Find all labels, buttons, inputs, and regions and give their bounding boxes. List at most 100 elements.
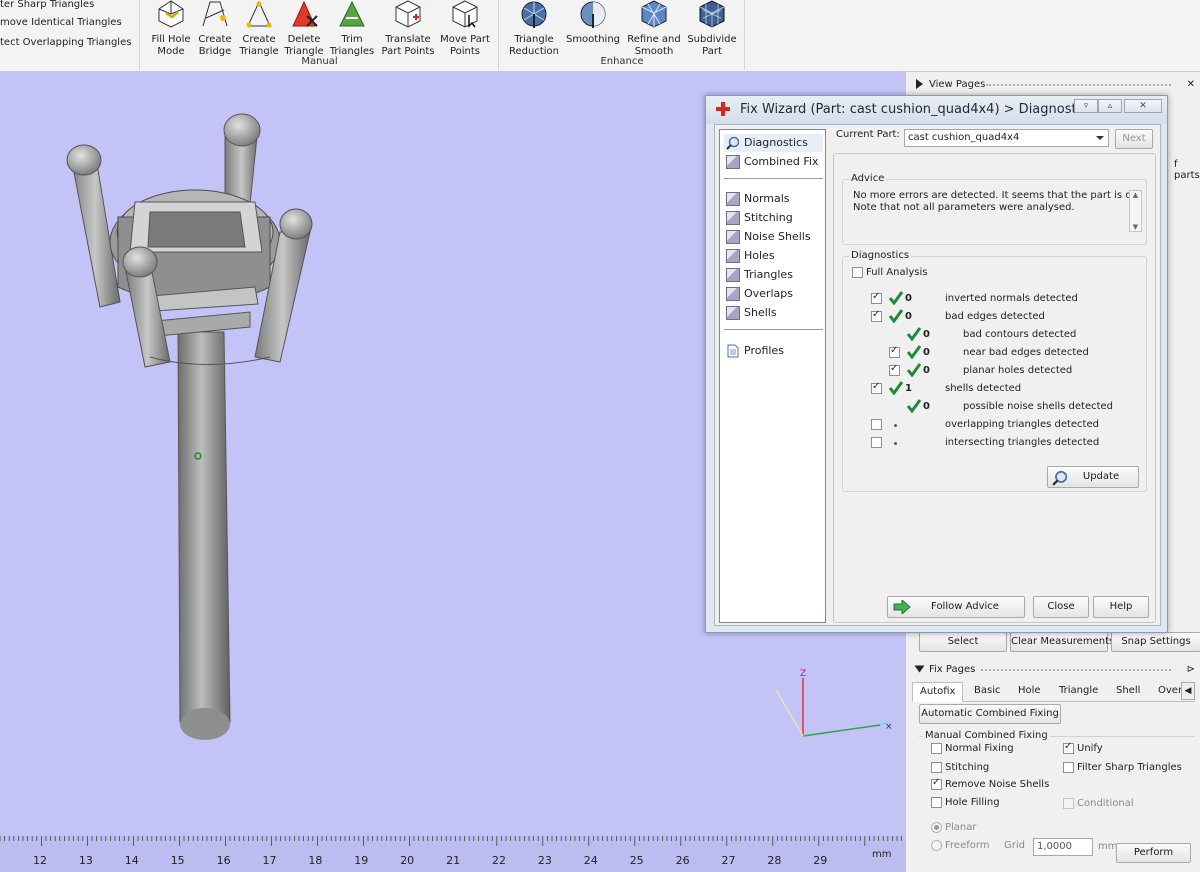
automatic-combined-fixing-button[interactable]: Automatic Combined Fixing: [919, 704, 1061, 724]
normal-fixing-checkbox[interactable]: [931, 743, 942, 754]
advice-text: No more errors are detected. It seems th…: [853, 190, 1140, 214]
overlapping-triangles-label: overlapping triangles detected: [945, 419, 1099, 430]
scroll-down-icon[interactable]: ▼: [1130, 223, 1141, 231]
nav-item-profiles[interactable]: Profiles: [724, 342, 823, 360]
ruler-number: 21: [446, 854, 461, 867]
ribbon-toolbar: ter Sharp Triangles move Identical Trian…: [0, 0, 1200, 72]
next-button[interactable]: Next: [1115, 129, 1153, 149]
current-part-select[interactable]: cast cushion_quad4x4: [904, 129, 1109, 147]
nav-item-normals[interactable]: Normals: [724, 190, 823, 208]
filter-sharp-triangles-label: Filter Sharp Triangles: [1077, 762, 1182, 773]
move-part-points-button[interactable]: Move Part Points: [438, 0, 492, 58]
nav-item-noise-shells[interactable]: Noise Shells: [724, 228, 823, 246]
nav-label-profiles: Profiles: [744, 344, 784, 357]
tab-scroll-left-icon[interactable]: ◀: [1181, 682, 1195, 700]
nav-item-combined-fix[interactable]: Combined Fix: [724, 153, 823, 171]
fill-hole-mode-button[interactable]: Fill Hole Mode: [149, 0, 193, 58]
view-pages-header[interactable]: View Pages ✕: [906, 75, 1200, 95]
grid-unit-label: mm: [1098, 841, 1118, 852]
grid-input[interactable]: 1,0000: [1033, 838, 1093, 856]
tab-shell[interactable]: Shell: [1116, 682, 1140, 702]
ruler-number: 28: [767, 854, 782, 867]
inverted-normals-checkbox[interactable]: [871, 291, 882, 304]
update-button[interactable]: Update: [1047, 466, 1139, 488]
near-bad-edges-checkbox[interactable]: [889, 345, 900, 358]
subdivide-part-button[interactable]: Subdivide Part: [686, 0, 738, 58]
ruler-number: 20: [400, 854, 415, 867]
view-pages-title: View Pages: [929, 79, 986, 90]
collapse-triangle-icon: [914, 665, 925, 673]
tab-triangle[interactable]: Triangle: [1059, 682, 1098, 702]
minimize-icon[interactable]: ▿: [1074, 99, 1098, 113]
refine-smooth-button[interactable]: Refine and Smooth: [624, 0, 684, 58]
create-bridge-button[interactable]: Create Bridge: [193, 0, 237, 58]
dialog-titlebar[interactable]: Fix Wizard (Part: cast cushion_quad4x4) …: [706, 96, 1167, 124]
advice-scrollbar[interactable]: ▲ ▼: [1129, 190, 1142, 232]
help-button[interactable]: Help: [1093, 596, 1149, 618]
tab-autofix[interactable]: Autofix: [912, 682, 964, 702]
close-button[interactable]: Close: [1033, 596, 1089, 618]
filter-sharp-triangles-item[interactable]: ter Sharp Triangles: [0, 0, 94, 10]
snap-settings-button[interactable]: Snap Settings: [1111, 632, 1200, 652]
overlapping-triangles-checkbox[interactable]: [871, 419, 882, 430]
fix-wizard-dialog: Fix Wizard (Part: cast cushion_quad4x4) …: [705, 95, 1168, 633]
check-mark-icon: [888, 381, 904, 396]
nav-item-diagnostics[interactable]: Diagnostics: [724, 134, 823, 152]
nav-item-stitching[interactable]: Stitching: [724, 209, 823, 227]
conditional-checkbox[interactable]: [1063, 798, 1074, 809]
parts-label: f parts:: [1174, 159, 1200, 181]
remove-noise-shells-label: Remove Noise Shells: [945, 779, 1050, 790]
translate-part-points-button[interactable]: Translate Part Points: [380, 0, 436, 58]
check-mark-icon: [906, 363, 922, 378]
nav-item-holes[interactable]: Holes: [724, 247, 823, 265]
shells-icon: [726, 306, 740, 320]
close-icon[interactable]: ✕: [1124, 99, 1162, 113]
tab-hole[interactable]: Hole: [1018, 682, 1041, 702]
tab-overlaps[interactable]: Over: [1158, 682, 1182, 702]
move-part-points-icon: [452, 0, 478, 28]
detect-overlapping-triangles-item[interactable]: tect Overlapping Triangles: [0, 37, 131, 48]
scroll-up-icon[interactable]: ▲: [1130, 191, 1141, 199]
trim-triangles-button[interactable]: Trim Triangles: [328, 0, 376, 58]
triangle-reduction-button[interactable]: Triangle Reduction: [506, 0, 562, 58]
remove-identical-triangles-item[interactable]: move Identical Triangles: [0, 17, 122, 28]
close-x-icon[interactable]: ✕: [1187, 75, 1195, 95]
intersecting-triangles-label: intersecting triangles detected: [945, 437, 1100, 448]
shells-checkbox[interactable]: [871, 381, 882, 394]
ruler-number: 14: [124, 854, 139, 867]
stitching-icon: [726, 211, 740, 225]
nav-item-triangles[interactable]: Triangles: [724, 266, 823, 284]
freeform-radio[interactable]: [931, 840, 942, 851]
delete-triangle-button[interactable]: Delete Triangle: [282, 0, 326, 58]
nav-item-shells[interactable]: Shells: [724, 304, 823, 322]
ribbon-group-enhance: Triangle Reduction Smoothing Refine and …: [500, 0, 745, 70]
ruler-number: 13: [78, 854, 93, 867]
clear-measurements-button[interactable]: Clear Measurements: [1010, 632, 1114, 652]
planar-holes-checkbox[interactable]: [889, 363, 900, 376]
perform-button[interactable]: Perform: [1116, 843, 1191, 863]
maximize-icon[interactable]: ▵: [1098, 99, 1122, 113]
planar-radio[interactable]: [931, 822, 942, 833]
ribbon-left-list: ter Sharp Triangles move Identical Trian…: [0, 0, 140, 70]
unify-checkbox[interactable]: [1063, 741, 1074, 754]
translate-part-points-label-1: Translate: [385, 34, 431, 45]
bad-edges-checkbox[interactable]: [871, 309, 882, 322]
stitching-checkbox[interactable]: [931, 762, 942, 773]
inverted-normals-label: inverted normals detected: [945, 293, 1078, 304]
remove-noise-shells-checkbox[interactable]: [931, 777, 942, 790]
full-analysis-checkbox[interactable]: [852, 267, 863, 278]
smoothing-button[interactable]: Smoothing: [564, 0, 622, 46]
select-button[interactable]: Select: [919, 632, 1007, 652]
tab-basic[interactable]: Basic: [974, 682, 1000, 702]
smoothing-icon: [580, 1, 606, 28]
follow-advice-button[interactable]: Follow Advice: [887, 596, 1025, 618]
pin-icon[interactable]: ⊳: [1187, 660, 1195, 680]
nav-item-overlaps[interactable]: Overlaps: [724, 285, 823, 303]
fix-pages-header[interactable]: Fix Pages ⊳: [906, 660, 1200, 680]
intersecting-triangles-checkbox[interactable]: [871, 437, 882, 448]
create-triangle-button[interactable]: Create Triangle: [236, 0, 282, 58]
trim-triangles-icon: [339, 0, 365, 27]
hole-filling-checkbox[interactable]: [931, 797, 942, 808]
filter-sharp-triangles-checkbox[interactable]: [1063, 762, 1074, 773]
bad-edges-count: 0: [905, 311, 912, 322]
